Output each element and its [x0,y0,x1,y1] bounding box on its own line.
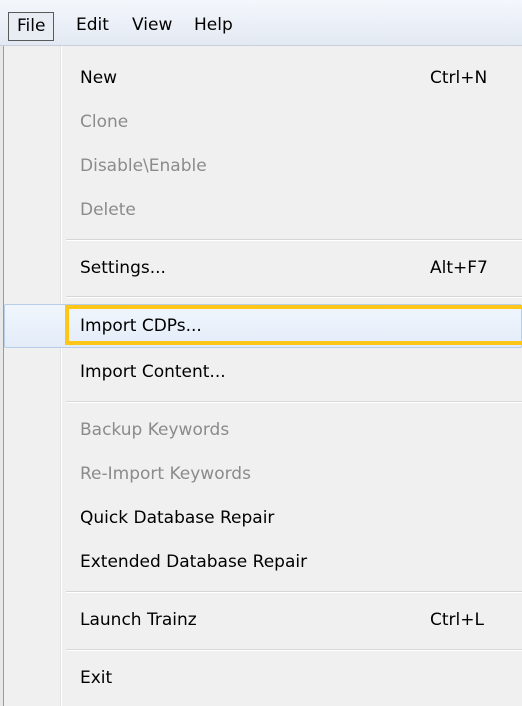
menu-item-label: Import Content... [80,362,226,382]
menu-separator [66,649,522,651]
menu-item-new[interactable]: New Ctrl+N [4,56,522,100]
menu-item-label: Launch Trainz [80,610,197,630]
menu-item-label: Disable\Enable [80,156,207,176]
menu-item-label: New [80,68,118,88]
menu-item-shortcut: Ctrl+N [430,68,488,88]
menu-separator [66,591,522,593]
file-dropdown-menu: New Ctrl+N Clone Disable\Enable Delete S… [4,46,522,706]
menu-item-backup-keywords[interactable]: Backup Keywords [4,408,522,452]
menu-item-label: Exit [80,668,113,688]
menu-item-label: Clone [80,112,129,132]
menu-item-label: Quick Database Repair [80,508,275,528]
menu-item-shortcut: Alt+F7 [430,258,488,278]
menu-item-quick-database-repair[interactable]: Quick Database Repair [4,496,522,540]
menu-item-import-content[interactable]: Import Content... [4,350,522,394]
menu-item-label: Delete [80,200,136,220]
menu-item-label: Backup Keywords [80,420,230,440]
menu-separator [66,296,522,298]
menu-separator [66,239,522,241]
menu-item-launch-trainz[interactable]: Launch Trainz Ctrl+L [4,598,522,642]
menu-item-import-cdps[interactable]: Import CDPs... [4,304,522,348]
menu-item-reimport-keywords[interactable]: Re-Import Keywords [4,452,522,496]
menu-item-label: Re-Import Keywords [80,464,251,484]
menu-item-label: Import CDPs... [80,316,202,336]
menu-item-disable-enable[interactable]: Disable\Enable [4,144,522,188]
menu-item-extended-database-repair[interactable]: Extended Database Repair [4,540,522,584]
menu-file[interactable]: File [8,12,55,41]
menu-item-shortcut: Ctrl+L [430,610,484,630]
menu-item-exit[interactable]: Exit [4,656,522,700]
menu-item-settings[interactable]: Settings... Alt+F7 [4,246,522,290]
menu-help[interactable]: Help [186,12,241,41]
menu-item-label: Settings... [80,258,166,278]
menu-item-delete[interactable]: Delete [4,188,522,232]
menu-bar: File Edit View Help [0,0,522,46]
menu-view[interactable]: View [124,12,180,41]
menu-item-clone[interactable]: Clone [4,100,522,144]
menu-separator [66,401,522,403]
menu-edit[interactable]: Edit [68,12,117,41]
menu-item-label: Extended Database Repair [80,552,308,572]
